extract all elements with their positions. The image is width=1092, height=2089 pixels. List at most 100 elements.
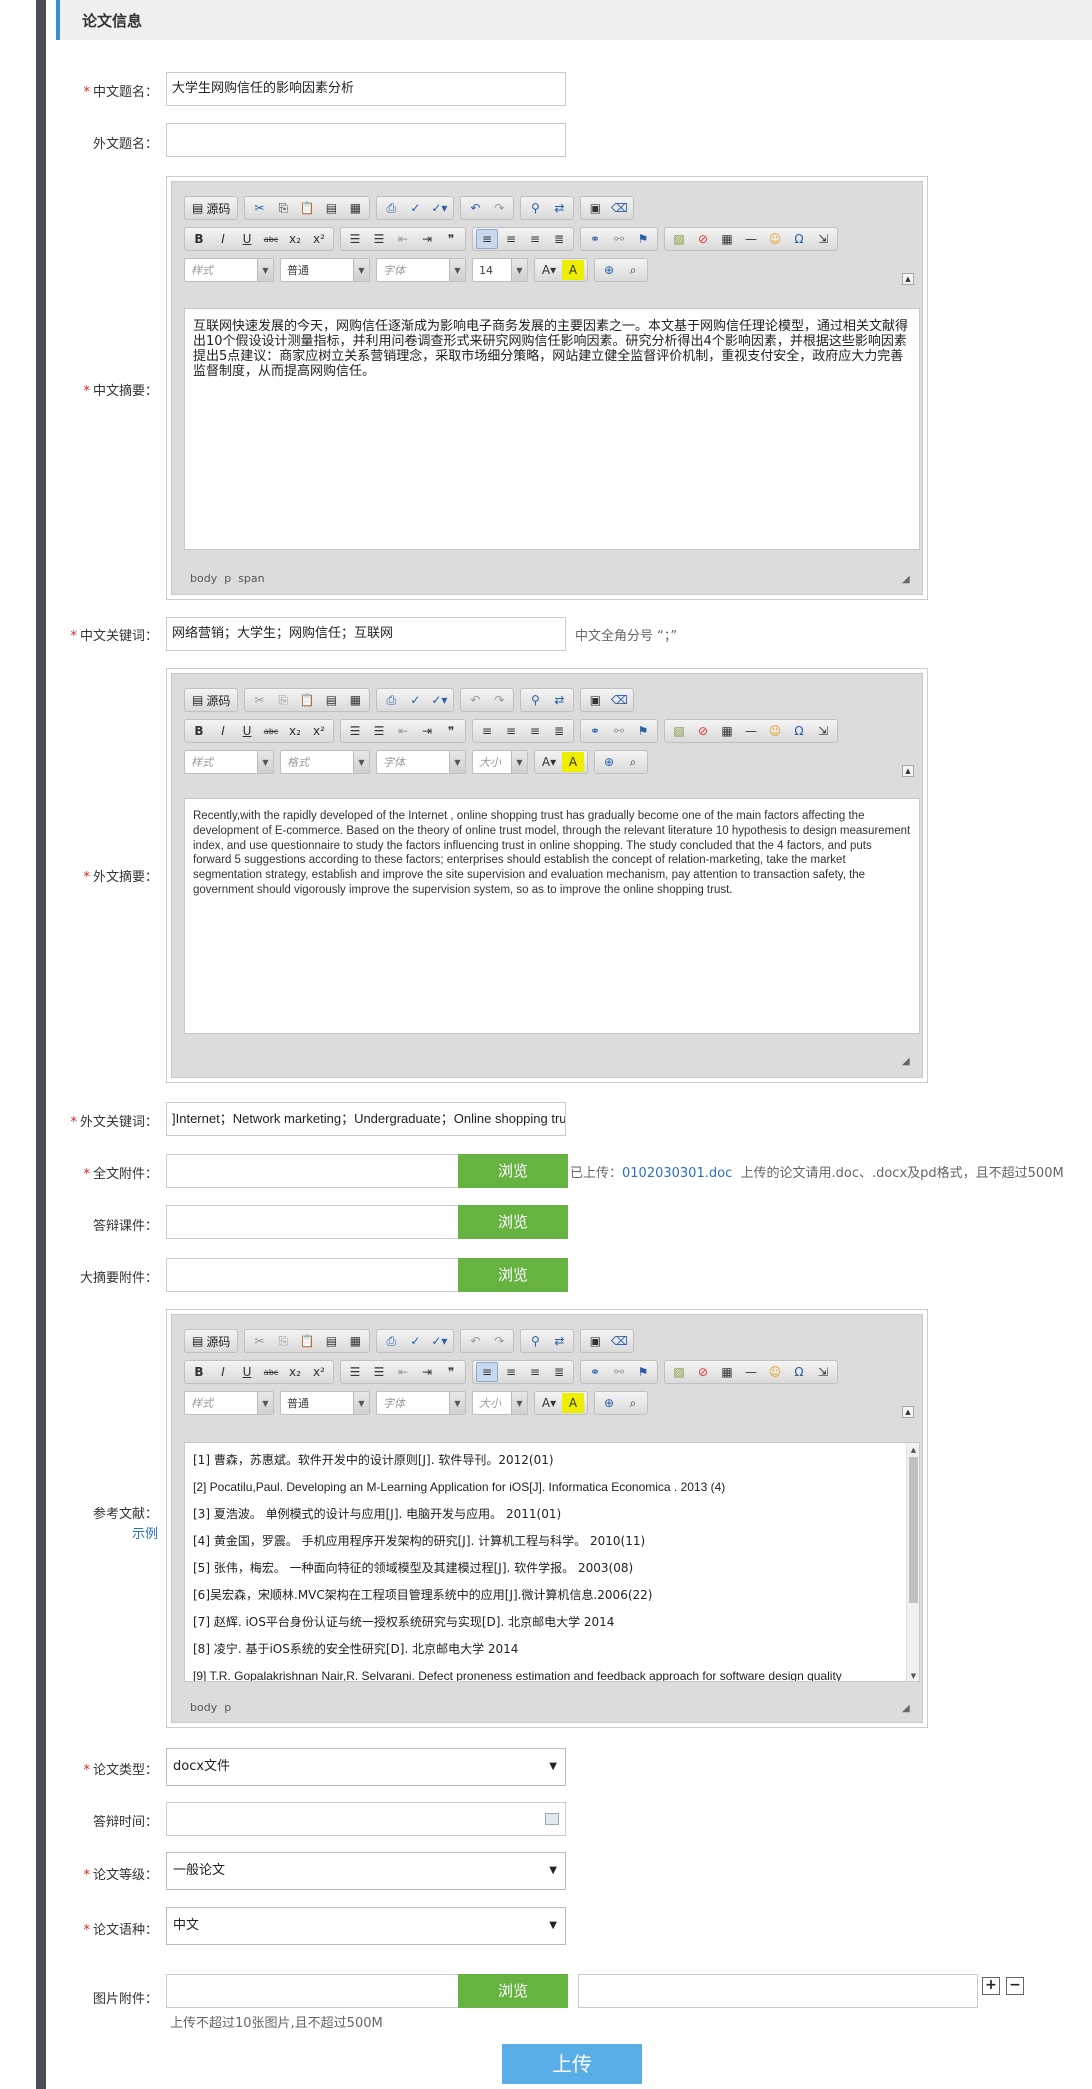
- align-left-icon[interactable]: ≡: [476, 1362, 498, 1382]
- paste-word-icon[interactable]: ▦: [344, 1331, 366, 1351]
- image-icon[interactable]: ▨: [668, 229, 690, 249]
- ordered-list-icon[interactable]: ☰: [344, 721, 366, 741]
- table-icon[interactable]: ▦: [716, 721, 738, 741]
- redo-icon[interactable]: ↷: [488, 690, 510, 710]
- anchor-icon[interactable]: ⚑: [632, 229, 654, 249]
- subscript-icon[interactable]: x₂: [284, 721, 306, 741]
- align-left-icon[interactable]: ≡: [476, 229, 498, 249]
- bg-color-icon[interactable]: A: [562, 260, 584, 280]
- cut-icon[interactable]: ✂: [248, 198, 270, 218]
- size-combo[interactable]: 14 ▼: [472, 258, 528, 282]
- defense-time-input[interactable]: [166, 1802, 566, 1836]
- underline-icon[interactable]: U: [236, 229, 258, 249]
- full-attachment-file-input[interactable]: [166, 1154, 460, 1188]
- resize-handle-icon[interactable]: ◢: [902, 1056, 914, 1068]
- subscript-icon[interactable]: x₂: [284, 229, 306, 249]
- uploaded-file-link[interactable]: 0102030301.doc: [622, 1166, 732, 1181]
- special-char-icon[interactable]: Ω: [788, 229, 810, 249]
- font-combo[interactable]: 字体 ▼: [376, 750, 466, 774]
- defense-slides-browse-button[interactable]: 浏览: [458, 1205, 568, 1239]
- indent-icon[interactable]: ⇥: [416, 1362, 438, 1382]
- source-button[interactable]: ▤ 源码: [188, 692, 234, 709]
- font-combo[interactable]: 字体 ▼: [376, 1391, 466, 1415]
- title-foreign-input[interactable]: [166, 123, 566, 157]
- align-right-icon[interactable]: ≡: [524, 721, 546, 741]
- select-all-icon[interactable]: ▣: [584, 1331, 606, 1351]
- eraser-icon[interactable]: ⌫: [608, 690, 630, 710]
- font-combo[interactable]: 字体 ▼: [376, 258, 466, 282]
- spellcheck-icon[interactable]: ✓: [404, 1331, 426, 1351]
- superscript-icon[interactable]: x²: [308, 229, 330, 249]
- show-blocks-icon[interactable]: ⌕: [622, 1393, 644, 1413]
- strike-icon[interactable]: abc: [260, 1362, 282, 1382]
- abstract-foreign-editor[interactable]: ▤ 源码 ✂ ⎘ 📋 ▤ ▦ ⎙ ✓ ✓▾ ↶ ↷ ⚲ ⇄ ▣ ⌫ B I Uabc x₂ x² ☰ ☰ ⇤ ⇥ ❞…: [166, 668, 928, 1083]
- indent-icon[interactable]: ⇥: [416, 721, 438, 741]
- keywords-cn-input[interactable]: 网络营销；大学生；网购信任；互联网: [166, 617, 566, 651]
- pagebreak-icon[interactable]: ⇲: [812, 721, 834, 741]
- image-icon[interactable]: ▨: [668, 1362, 690, 1382]
- paste-word-icon[interactable]: ▦: [344, 690, 366, 710]
- align-center-icon[interactable]: ≡: [500, 1362, 522, 1382]
- print-icon[interactable]: ⎙: [380, 198, 402, 218]
- blockquote-icon[interactable]: ❞: [440, 721, 462, 741]
- bold-icon[interactable]: B: [188, 721, 210, 741]
- collapse-toolbar-icon[interactable]: ▲: [902, 273, 914, 285]
- redo-icon[interactable]: ↷: [488, 198, 510, 218]
- spellcheck-menu-icon[interactable]: ✓▾: [428, 690, 450, 710]
- bullet-list-icon[interactable]: ☰: [368, 1362, 390, 1382]
- style-combo[interactable]: 样式 ▼: [184, 1391, 274, 1415]
- copy-icon[interactable]: ⎘: [272, 198, 294, 218]
- table-icon[interactable]: ▦: [716, 229, 738, 249]
- paper-language-select[interactable]: 中文 ▼: [166, 1907, 566, 1945]
- unlink-icon[interactable]: ⚯: [608, 1362, 630, 1382]
- format-combo[interactable]: 格式 ▼: [280, 750, 370, 774]
- italic-icon[interactable]: I: [212, 721, 234, 741]
- cut-icon[interactable]: ✂: [248, 1331, 270, 1351]
- resize-handle-icon[interactable]: ◢: [902, 574, 914, 586]
- style-combo[interactable]: 样式 ▼: [184, 258, 274, 282]
- format-combo[interactable]: 普通 ▼: [280, 258, 370, 282]
- add-image-button[interactable]: +: [982, 1977, 1000, 1995]
- undo-icon[interactable]: ↶: [464, 690, 486, 710]
- format-combo[interactable]: 普通 ▼: [280, 1391, 370, 1415]
- anchor-icon[interactable]: ⚑: [632, 721, 654, 741]
- upload-button[interactable]: 上传: [502, 2044, 642, 2084]
- collapse-toolbar-icon[interactable]: ▲: [902, 765, 914, 777]
- link-icon[interactable]: ⚭: [584, 721, 606, 741]
- pagebreak-icon[interactable]: ⇲: [812, 1362, 834, 1382]
- find-icon[interactable]: ⚲: [524, 198, 546, 218]
- print-icon[interactable]: ⎙: [380, 690, 402, 710]
- eraser-icon[interactable]: ⌫: [608, 1331, 630, 1351]
- style-combo[interactable]: 样式 ▼: [184, 750, 274, 774]
- flash-icon[interactable]: ⊘: [692, 721, 714, 741]
- flash-icon[interactable]: ⊘: [692, 1362, 714, 1382]
- smiley-icon[interactable]: ☺: [764, 1362, 786, 1382]
- paste-icon[interactable]: 📋: [296, 1331, 318, 1351]
- collapse-toolbar-icon[interactable]: ▲: [902, 1406, 914, 1418]
- smiley-icon[interactable]: ☺: [764, 229, 786, 249]
- align-left-icon[interactable]: ≡: [476, 721, 498, 741]
- align-justify-icon[interactable]: ≣: [548, 1362, 570, 1382]
- references-example-link[interactable]: 示例: [132, 1527, 158, 1542]
- text-color-icon[interactable]: A▾: [538, 1393, 560, 1413]
- find-icon[interactable]: ⚲: [524, 1331, 546, 1351]
- show-blocks-icon[interactable]: ⌕: [622, 752, 644, 772]
- maximize-icon[interactable]: ⊕: [598, 752, 620, 772]
- text-color-icon[interactable]: A▾: [538, 260, 560, 280]
- bullet-list-icon[interactable]: ☰: [368, 721, 390, 741]
- hr-icon[interactable]: —: [740, 229, 762, 249]
- superscript-icon[interactable]: x²: [308, 1362, 330, 1382]
- references-editor[interactable]: ▤ 源码 ✂ ⎘ 📋 ▤ ▦ ⎙ ✓ ✓▾ ↶ ↷ ⚲ ⇄ ▣ ⌫ B I Uabc x₂ x² ☰ ☰ ⇤ ⇥ ❞…: [166, 1309, 928, 1728]
- special-char-icon[interactable]: Ω: [788, 1362, 810, 1382]
- source-button[interactable]: ▤ 源码: [188, 200, 234, 217]
- italic-icon[interactable]: I: [212, 229, 234, 249]
- indent-icon[interactable]: ⇥: [416, 229, 438, 249]
- replace-icon[interactable]: ⇄: [548, 198, 570, 218]
- align-center-icon[interactable]: ≡: [500, 229, 522, 249]
- anchor-icon[interactable]: ⚑: [632, 1362, 654, 1382]
- flash-icon[interactable]: ⊘: [692, 229, 714, 249]
- underline-icon[interactable]: U: [236, 721, 258, 741]
- blockquote-icon[interactable]: ❞: [440, 1362, 462, 1382]
- paste-text-icon[interactable]: ▤: [320, 198, 342, 218]
- abstract-cn-content[interactable]: 互联网快速发展的今天，网购信任逐渐成为影响电子商务发展的主要因素之一。本文基于网…: [184, 308, 920, 550]
